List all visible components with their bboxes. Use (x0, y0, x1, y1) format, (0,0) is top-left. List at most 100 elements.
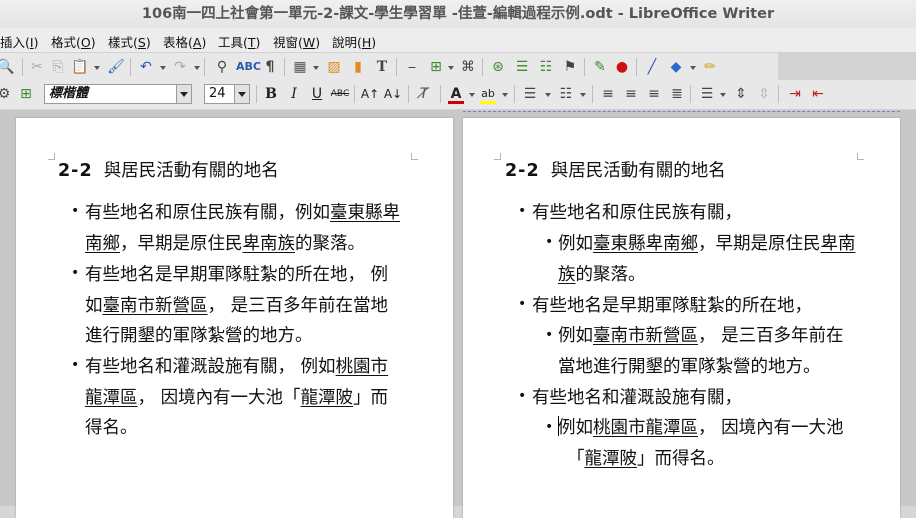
comment-icon[interactable]: ✎ (590, 57, 610, 77)
decrease-paragraph-spacing-icon[interactable]: ⇳ (754, 84, 774, 104)
justify-icon[interactable]: ≣ (667, 84, 687, 104)
page-break-icon[interactable]: ⎯ (402, 57, 422, 77)
insert-field-icon[interactable]: ⊞ (426, 57, 446, 77)
align-right-icon[interactable]: ≡ (644, 84, 664, 104)
page-boundary-indicator (463, 111, 900, 112)
draw-functions-icon[interactable]: ✏ (700, 57, 720, 77)
highlight-dropdown-icon[interactable] (502, 93, 508, 97)
text-line: 例如臺東縣卑南鄉，早期是原住民卑南 (558, 230, 856, 255)
text-run: 有些地名和原住民族有關， (532, 203, 742, 223)
toolbar-separator (690, 85, 691, 103)
font-color-swatch (448, 101, 464, 104)
numbered-list-dropdown-icon[interactable] (580, 93, 586, 97)
clear-formatting-icon[interactable]: T̸ (414, 84, 434, 104)
spellcheck-icon[interactable]: ABC (236, 57, 261, 77)
hyperlink-icon[interactable]: ⊛ (488, 57, 508, 77)
margin-corner-mark (411, 153, 418, 160)
text-run: ， 因境內有一大池 (698, 418, 844, 438)
increase-paragraph-spacing-icon[interactable]: ⇕ (731, 84, 751, 104)
bullet-list-icon[interactable]: ☰ (520, 84, 540, 104)
font-color-dropdown-icon[interactable] (469, 93, 475, 97)
underlined-place-name: 族 (558, 265, 576, 285)
find-replace-icon[interactable]: ⚲ (212, 57, 232, 77)
text-run: 當地進行開墾的軍隊紮營的地方。 (558, 357, 821, 377)
menu-format[interactable]: 格式(O) (51, 32, 96, 51)
heading-text: 與居民活動有關的地名 (103, 161, 279, 181)
toolbar-separator (408, 85, 409, 103)
copy-icon[interactable]: ⎘ (48, 57, 68, 77)
toolbar-separator (256, 85, 257, 103)
text-line: 例如臺南市新營區， 是三百多年前在 (558, 322, 844, 347)
cut-icon[interactable]: ✂ (27, 57, 47, 77)
text-run: 」而得名。 (637, 449, 725, 469)
underlined-place-name: 臺東縣卑 (330, 203, 400, 223)
menu-table[interactable]: 表格(A) (163, 32, 206, 51)
undo-icon[interactable]: ↶ (136, 57, 156, 77)
line-spacing-icon[interactable]: ☰ (697, 84, 717, 104)
track-changes-icon[interactable]: ● (612, 57, 632, 77)
text-run: 有些地名和灌溉設施有關， 例如 (85, 357, 336, 377)
bold-icon[interactable]: B (261, 84, 281, 104)
footnote-icon[interactable]: ☰ (512, 57, 532, 77)
insert-table-icon[interactable]: ▦ (290, 57, 310, 77)
insert-chart-icon[interactable]: ▮ (348, 57, 368, 77)
text-line: 當地進行開墾的軍隊紮營的地方。 (558, 353, 821, 378)
redo-dropdown-icon[interactable] (194, 66, 200, 70)
font-name-dropdown-icon[interactable] (176, 85, 191, 103)
text-run: 」而 (353, 388, 389, 408)
field-dropdown-icon[interactable] (448, 66, 454, 70)
margin-corner-mark (857, 153, 864, 160)
text-line: 有些地名和灌溉設施有關， 例如桃園市 (85, 353, 388, 378)
underlined-place-name: 龍潭陂 (584, 449, 638, 469)
align-left-icon[interactable]: ≡ (598, 84, 618, 104)
font-size-dropdown-icon[interactable] (234, 85, 249, 103)
styles-sidebar-icon[interactable]: ⚙ (0, 84, 14, 104)
text-run: 有些地名和原住民族有關，例如 (85, 203, 330, 223)
toolbar-separator (636, 58, 637, 76)
bullet-list-dropdown-icon[interactable] (545, 93, 551, 97)
strikethrough-icon[interactable]: ABC (330, 84, 350, 104)
underline-icon[interactable]: U (307, 84, 327, 104)
text-line: 族的聚落。 (558, 261, 646, 286)
numbered-list-icon[interactable]: ☷ (556, 84, 576, 104)
menu-insert[interactable]: 插入(I) (0, 32, 38, 51)
text-run: 如 (85, 296, 103, 316)
decrease-indent-icon[interactable]: ⇤ (808, 84, 828, 104)
clone-formatting-icon[interactable]: 🖌 (106, 57, 126, 77)
align-center-icon[interactable]: ≡ (621, 84, 641, 104)
text-run: 有些地名是早期軍隊駐紮的所在地， (532, 296, 812, 316)
print-preview-icon[interactable]: 🔍 (0, 57, 16, 77)
insert-image-icon[interactable]: ▨ (324, 57, 344, 77)
increase-indent-icon[interactable]: ⇥ (785, 84, 805, 104)
endnote-icon[interactable]: ☷ (536, 57, 556, 77)
text-run: 例如 (558, 234, 593, 254)
line-spacing-dropdown-icon[interactable] (720, 93, 726, 97)
text-line: 有些地名是早期軍隊駐紮的所在地， (532, 292, 812, 317)
font-size-box[interactable]: 24 (204, 84, 250, 104)
menu-styles[interactable]: 樣式(S) (108, 32, 151, 51)
menu-window[interactable]: 視窗(W) (273, 32, 320, 51)
bullet-icon: • (71, 203, 80, 219)
new-style-icon[interactable]: ⊞ (16, 84, 36, 104)
insert-textbox-icon[interactable]: T (372, 57, 392, 77)
shrink-font-icon[interactable]: A↓ (383, 84, 403, 104)
special-character-icon[interactable]: ⌘ (458, 57, 478, 77)
italic-icon[interactable]: I (284, 84, 304, 104)
table-dropdown-icon[interactable] (313, 66, 319, 70)
paste-icon[interactable]: 📋 (70, 57, 90, 77)
undo-dropdown-icon[interactable] (160, 66, 166, 70)
bookmark-icon[interactable]: ⚑ (560, 57, 580, 77)
menu-help[interactable]: 說明(H) (332, 32, 376, 51)
menu-tools[interactable]: 工具(T) (218, 32, 260, 51)
grow-font-icon[interactable]: A↑ (360, 84, 380, 104)
text-line: 南鄉，早期是原住民卑南族的聚落。 (85, 230, 365, 255)
underlined-place-name: 龍潭陂 (300, 388, 354, 408)
shapes-dropdown-icon[interactable] (690, 66, 696, 70)
formatting-marks-icon[interactable]: ¶ (260, 57, 280, 77)
text-line: 「龍潭陂」而得名。 (567, 445, 725, 470)
font-name-box[interactable]: 標楷體 (44, 84, 192, 104)
basic-shapes-icon[interactable]: ◆ (666, 57, 686, 77)
paste-dropdown-icon[interactable] (94, 66, 100, 70)
redo-icon[interactable]: ↷ (170, 57, 190, 77)
insert-line-icon[interactable]: ╱ (642, 57, 662, 77)
